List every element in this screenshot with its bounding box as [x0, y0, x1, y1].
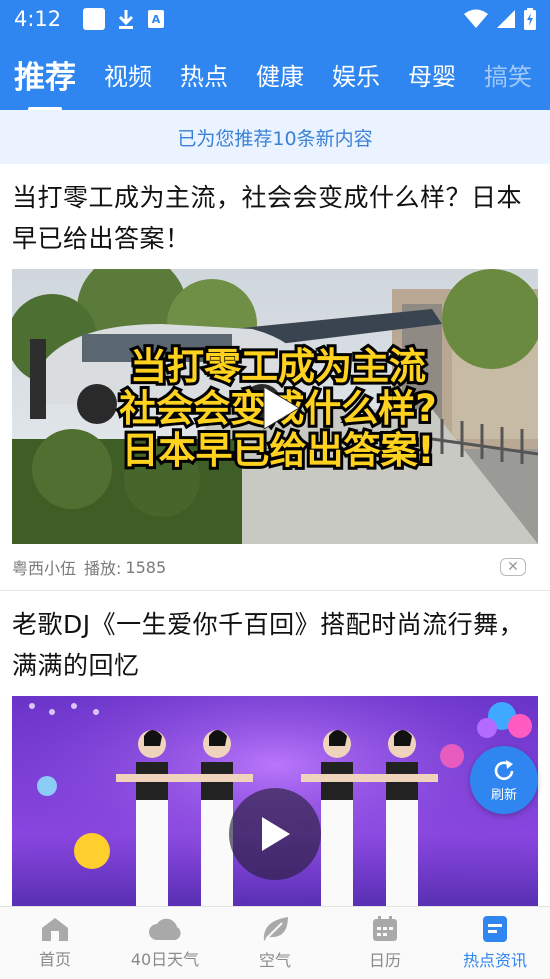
tab-hot[interactable]: 热点 [180, 57, 228, 92]
news-feed: 当打零工成为主流，社会会变成什么样？日本早已给出答案！ 当打零工成为主流 日本早… [0, 164, 550, 906]
card-title[interactable]: 当打零工成为主流，社会会变成什么样？日本早已给出答案！ [12, 164, 538, 259]
svg-text:A: A [152, 13, 161, 26]
refresh-icon [494, 759, 514, 780]
status-time: 4:12 [14, 7, 62, 31]
nav-label: 空气 [258, 951, 291, 970]
nav-item-home[interactable]: 首页 [0, 907, 110, 979]
cloud-icon [149, 918, 181, 940]
nav-item-hot-news[interactable]: 热点资讯 [440, 907, 550, 979]
caption-line-3: 日本早已给出答案! [122, 429, 435, 472]
nav-label: 日历 [368, 951, 401, 970]
video-thumbnail[interactable] [12, 696, 538, 906]
refresh-label: 刷新 [490, 787, 517, 803]
tab-funny[interactable]: 搞笑 [484, 57, 532, 92]
feed-card[interactable]: 当打零工成为主流，社会会变成什么样？日本早已给出答案！ 当打零工成为主流 日本早… [0, 164, 550, 591]
feed-card[interactable]: 老歌DJ《一生爱你千百回》搭配时尚流行舞，满满的回忆 [0, 591, 550, 906]
nav-item-40-day-weather[interactable]: 40日天气 [110, 907, 220, 979]
tab-video[interactable]: 视频 [104, 57, 152, 92]
nav-label: 首页 [38, 950, 71, 969]
refresh-button[interactable]: 刷新 [470, 746, 538, 814]
card-meta: 粤西小伍 播放: 1585 ✕ [12, 544, 538, 590]
signal-icon [497, 10, 515, 28]
street-scene-image: 当打零工成为主流 社会会变成什么样? 日本早已给出答案! [12, 269, 538, 544]
calendar-icon [373, 916, 397, 941]
wifi-icon [464, 9, 488, 28]
battery-charging-icon [524, 8, 536, 30]
banner-text: 已为您推荐10条新内容 [177, 127, 373, 150]
plays-label: 播放: [84, 559, 122, 578]
close-icon: ✕ [507, 559, 519, 575]
a-box-icon: A [148, 10, 165, 28]
tab-mother-baby[interactable]: 母婴 [408, 57, 456, 92]
caption-line-1: 当打零工成为主流 [130, 345, 426, 388]
nav-label: 40日天气 [130, 950, 200, 969]
nav-label: 热点资讯 [462, 951, 527, 970]
tab-health[interactable]: 健康 [256, 57, 304, 92]
dismiss-button[interactable]: ✕ [500, 558, 526, 576]
new-content-banner: 已为您推荐10条新内容 [0, 110, 550, 164]
status-bar: 4:12 A [0, 0, 550, 38]
play-icon [262, 817, 290, 851]
leaf-icon [263, 917, 288, 941]
tab-entertainment[interactable]: 娱乐 [332, 57, 380, 92]
category-tabs: 推荐 视频 热点 健康 娱乐 母婴 搞笑 [0, 38, 550, 110]
notification-square-icon [83, 8, 106, 30]
play-count: 1585 [125, 557, 167, 577]
bottom-navigation: 首页 40日天气 空气 日历 热点资讯 [0, 906, 550, 979]
nav-item-air[interactable]: 空气 [220, 907, 330, 979]
card-title[interactable]: 老歌DJ《一生爱你千百回》搭配时尚流行舞，满满的回忆 [12, 591, 538, 686]
home-icon [42, 918, 68, 941]
play-button[interactable] [229, 788, 321, 880]
video-thumbnail[interactable]: 当打零工成为主流 社会会变成什么样? 日本早已给出答案! [12, 269, 538, 544]
author-name: 粤西小伍 [12, 559, 77, 578]
app-screen: 4:12 A 推荐 视频 热点 健康 娱乐 母婴 搞笑 已为您推荐10条新内容 … [0, 0, 550, 979]
download-icon [119, 10, 134, 29]
nav-item-calendar[interactable]: 日历 [330, 907, 440, 979]
tab-recommend[interactable]: 推荐 [14, 52, 76, 110]
news-icon [483, 916, 507, 942]
